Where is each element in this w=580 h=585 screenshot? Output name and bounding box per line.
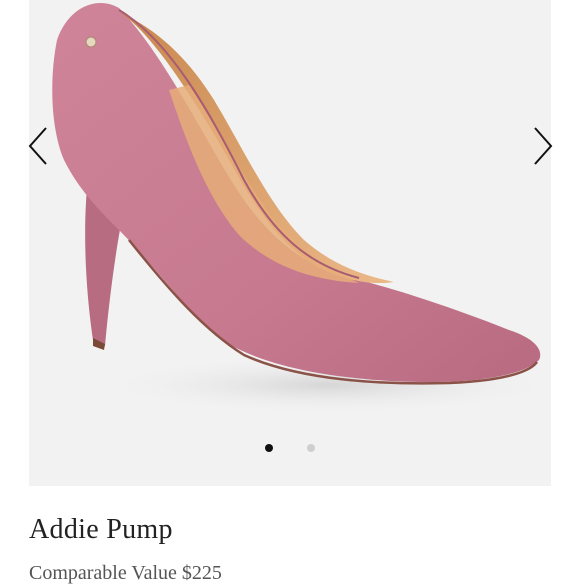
pagination-dot-active[interactable] (265, 444, 273, 452)
comparable-value: Comparable Value $225 (29, 562, 222, 584)
previous-image-button[interactable] (26, 124, 52, 168)
product-image (52, 2, 551, 415)
logo-stud-icon (85, 36, 97, 48)
chevron-left-icon (28, 127, 47, 165)
product-image-carousel[interactable] (29, 0, 551, 486)
pagination-dot[interactable] (307, 444, 315, 452)
chevron-right-icon (534, 127, 553, 165)
product-title: Addie Pump (29, 514, 173, 545)
carousel-pagination (0, 444, 580, 454)
next-image-button[interactable] (529, 124, 555, 168)
